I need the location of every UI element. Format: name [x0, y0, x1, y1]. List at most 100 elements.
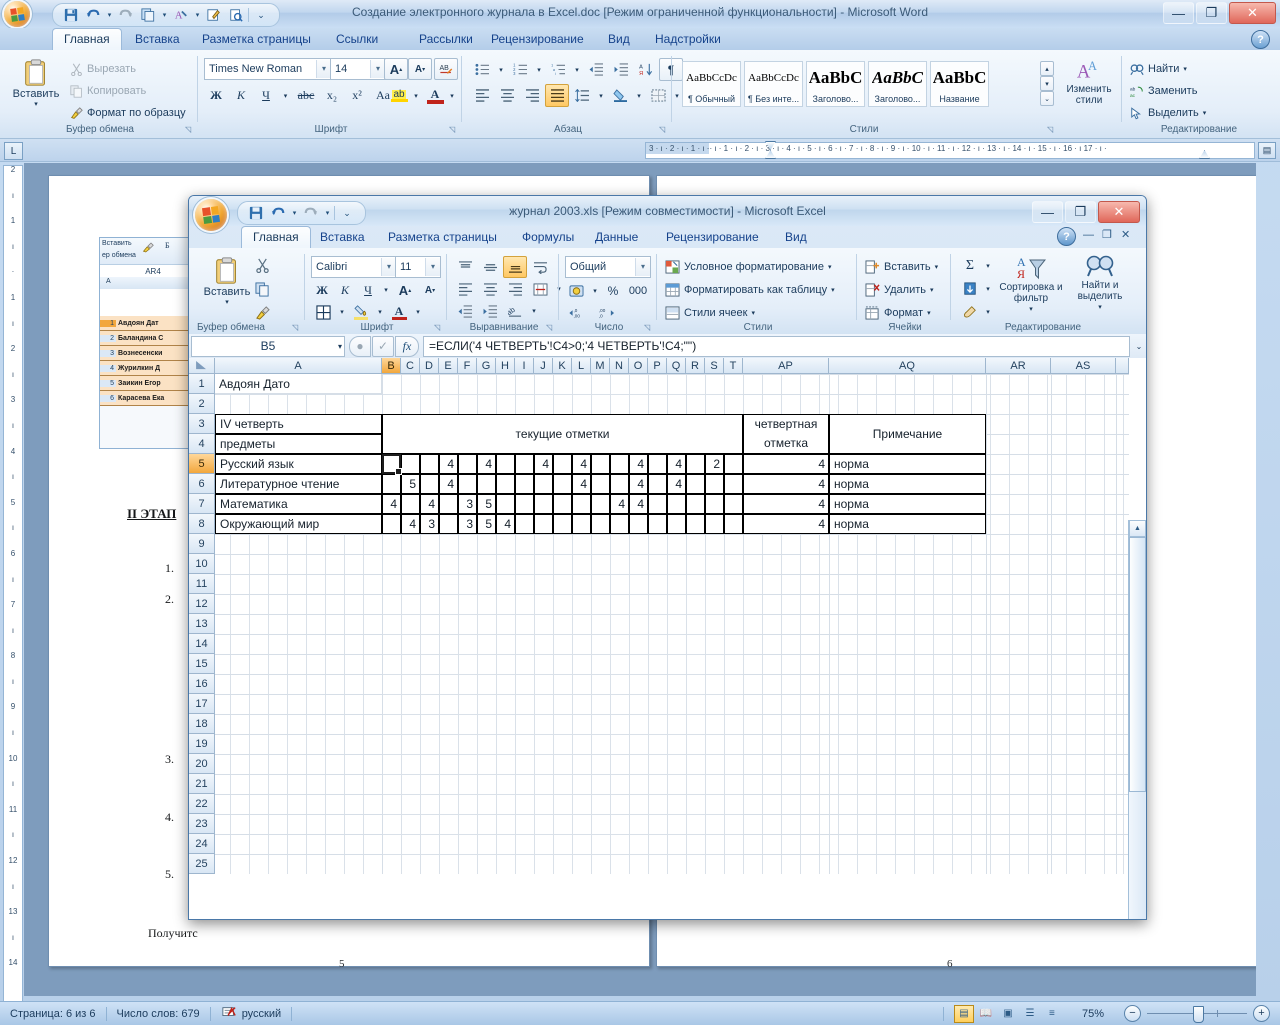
bullets-button[interactable] — [470, 58, 494, 81]
cell-J6[interactable] — [534, 474, 553, 494]
copy-button[interactable]: Копировать — [70, 82, 186, 100]
fat-dropdown-icon[interactable]: ▾ — [831, 286, 835, 294]
row-header-5[interactable]: 5 — [189, 454, 215, 474]
line-spacing-button[interactable] — [570, 84, 594, 107]
column-header-B[interactable]: B — [382, 358, 401, 374]
word-vertical-ruler[interactable]: 2 ı 1 ı · 1 ı 2 ı 3 ı4ı5ı6ı7ı8 ı 9 ı 10 ı 11 ı 12 ı 13 ı 14 — [3, 165, 23, 1007]
cell-C8[interactable]: 4 — [401, 514, 420, 534]
column-header-AP[interactable]: AP — [743, 358, 829, 374]
row-header-8[interactable]: 8 — [189, 514, 215, 534]
cell-P7[interactable] — [648, 494, 667, 514]
decrease-indent-button[interactable] — [584, 58, 608, 81]
word-page-indicator[interactable]: Страница: 6 из 6 — [0, 1002, 106, 1025]
multilevel-dropdown-icon[interactable]: ▾ — [571, 58, 583, 81]
word-language[interactable]: русский — [242, 1008, 281, 1020]
row-header-21[interactable]: 21 — [189, 774, 215, 794]
column-header-A[interactable]: A — [215, 358, 382, 374]
row-header-11[interactable]: 11 — [189, 574, 215, 594]
change-styles-button[interactable]: AA Изменить стили — [1060, 58, 1118, 106]
name-box[interactable]: B5 ▾ — [191, 335, 345, 357]
align-center-button[interactable] — [495, 84, 519, 107]
align-bottom-button[interactable] — [503, 256, 527, 278]
autosum-button[interactable]: Σ — [959, 256, 981, 276]
cell-AP8[interactable]: 4 — [743, 514, 829, 534]
numbering-button[interactable]: 123 — [508, 58, 532, 81]
excel-tab-formulas[interactable]: Формулы — [511, 226, 585, 248]
column-header-M[interactable]: M — [591, 358, 610, 374]
cell-J7[interactable] — [534, 494, 553, 514]
excel-grid[interactable]: A B C D E F G H I J K L M N O P Q R S T … — [189, 358, 1129, 919]
excel-copy-button[interactable] — [255, 282, 270, 300]
underline-button[interactable]: Ч — [254, 84, 278, 107]
cell-AQ6[interactable]: норма — [829, 474, 986, 494]
chevron-down-icon[interactable]: ▾ — [316, 60, 331, 78]
column-header-overflow[interactable] — [1116, 358, 1129, 374]
cell-H5[interactable] — [496, 454, 515, 474]
cell-M7[interactable] — [591, 494, 610, 514]
cell-A5[interactable]: Русский язык — [215, 454, 382, 474]
word-tab-review[interactable]: Рецензирование — [480, 28, 595, 50]
row-header-17[interactable]: 17 — [189, 694, 215, 714]
qat-dropdown-2-icon[interactable]: ▾ — [193, 6, 202, 24]
cs-dropdown-icon[interactable]: ▾ — [751, 309, 755, 317]
tab-selector-button[interactable]: L — [4, 142, 23, 160]
clipboard-dialog-launcher[interactable]: ◹ — [185, 125, 194, 134]
excel-font-color-button[interactable]: A — [387, 301, 411, 323]
cell-A8[interactable]: Окружающий мир — [215, 514, 382, 534]
cell-F6[interactable] — [458, 474, 477, 494]
cell-K7[interactable] — [553, 494, 572, 514]
row-header-6[interactable]: 6 — [189, 474, 215, 494]
borders-button[interactable] — [646, 84, 670, 107]
zoom-in-button[interactable]: + — [1253, 1005, 1270, 1022]
clear-button[interactable] — [959, 302, 981, 322]
word-ribbon-tabs[interactable]: Главная Вставка Разметка страницы Ссылки… — [0, 28, 1280, 51]
paste-dropdown-icon[interactable]: ▾ — [34, 100, 38, 108]
cell-F5[interactable] — [458, 454, 477, 474]
cut-button[interactable]: Вырезать — [70, 60, 186, 78]
orientation-button[interactable]: ab — [503, 300, 527, 322]
word-zoom-slider[interactable]: − + — [1114, 1002, 1280, 1025]
cell-note-header[interactable]: Примечание — [829, 414, 986, 454]
cell-I8[interactable] — [515, 514, 534, 534]
styles-dialog-launcher[interactable]: ◹ — [1047, 125, 1056, 134]
cell-T8[interactable] — [724, 514, 743, 534]
format-dropdown-icon[interactable]: ▾ — [927, 309, 931, 317]
excel-alignment-dialog-launcher[interactable]: ◹ — [546, 323, 555, 332]
percent-format-button[interactable]: % — [603, 280, 623, 302]
conditional-formatting-button[interactable]: Условное форматирование ▾ — [665, 258, 835, 276]
cell-quarter-mark-header[interactable]: четвертная отметка — [743, 414, 829, 454]
excel-tab-review[interactable]: Рецензирование — [655, 226, 770, 248]
excel-close-button[interactable]: ✕ — [1098, 201, 1140, 223]
cell-AQ7[interactable]: норма — [829, 494, 986, 514]
cell-K6[interactable] — [553, 474, 572, 494]
line-spacing-dropdown-icon[interactable]: ▾ — [595, 84, 607, 107]
column-header-J[interactable]: J — [534, 358, 553, 374]
cell-L5[interactable]: 4 — [572, 454, 591, 474]
row-header-23[interactable]: 23 — [189, 814, 215, 834]
cell-C5[interactable] — [401, 454, 420, 474]
clear-dropdown-icon[interactable]: ▾ — [982, 302, 994, 322]
excel-help-icon[interactable]: ? — [1057, 227, 1076, 246]
cell-A6[interactable]: Литературное чтение — [215, 474, 382, 494]
excel-font-color-dropdown-icon[interactable]: ▾ — [412, 301, 424, 323]
cell-N7[interactable]: 4 — [610, 494, 629, 514]
increase-indent-button[interactable] — [609, 58, 633, 81]
insert-cells-button[interactable]: Вставить ▾ — [865, 258, 938, 276]
column-header-N[interactable]: N — [610, 358, 629, 374]
comma-format-button[interactable]: 000 — [625, 280, 651, 302]
decrease-decimal-button[interactable]: ,00,0 — [595, 302, 623, 323]
word-horizontal-ruler[interactable]: 3 · ı · 2 · ı · 1 · ı · · ı · 1 · ı · 2 … — [645, 142, 1255, 159]
excel-font-size-combo[interactable]: 11 ▾ — [395, 256, 441, 278]
excel-fill-color-button[interactable] — [349, 301, 373, 323]
cell-Q6[interactable]: 4 — [667, 474, 686, 494]
cell-L8[interactable] — [572, 514, 591, 534]
cell-F7[interactable]: 3 — [458, 494, 477, 514]
cell-E7[interactable] — [439, 494, 458, 514]
cell-styles-button[interactable]: Стили ячеек ▾ — [665, 304, 835, 322]
cell-H8[interactable]: 4 — [496, 514, 515, 534]
cell-S6[interactable] — [705, 474, 724, 494]
cell-L6[interactable]: 4 — [572, 474, 591, 494]
print-preview-icon[interactable] — [226, 6, 246, 24]
chevron-down-icon[interactable]: ▾ — [338, 342, 342, 351]
cell-G5[interactable]: 4 — [477, 454, 496, 474]
